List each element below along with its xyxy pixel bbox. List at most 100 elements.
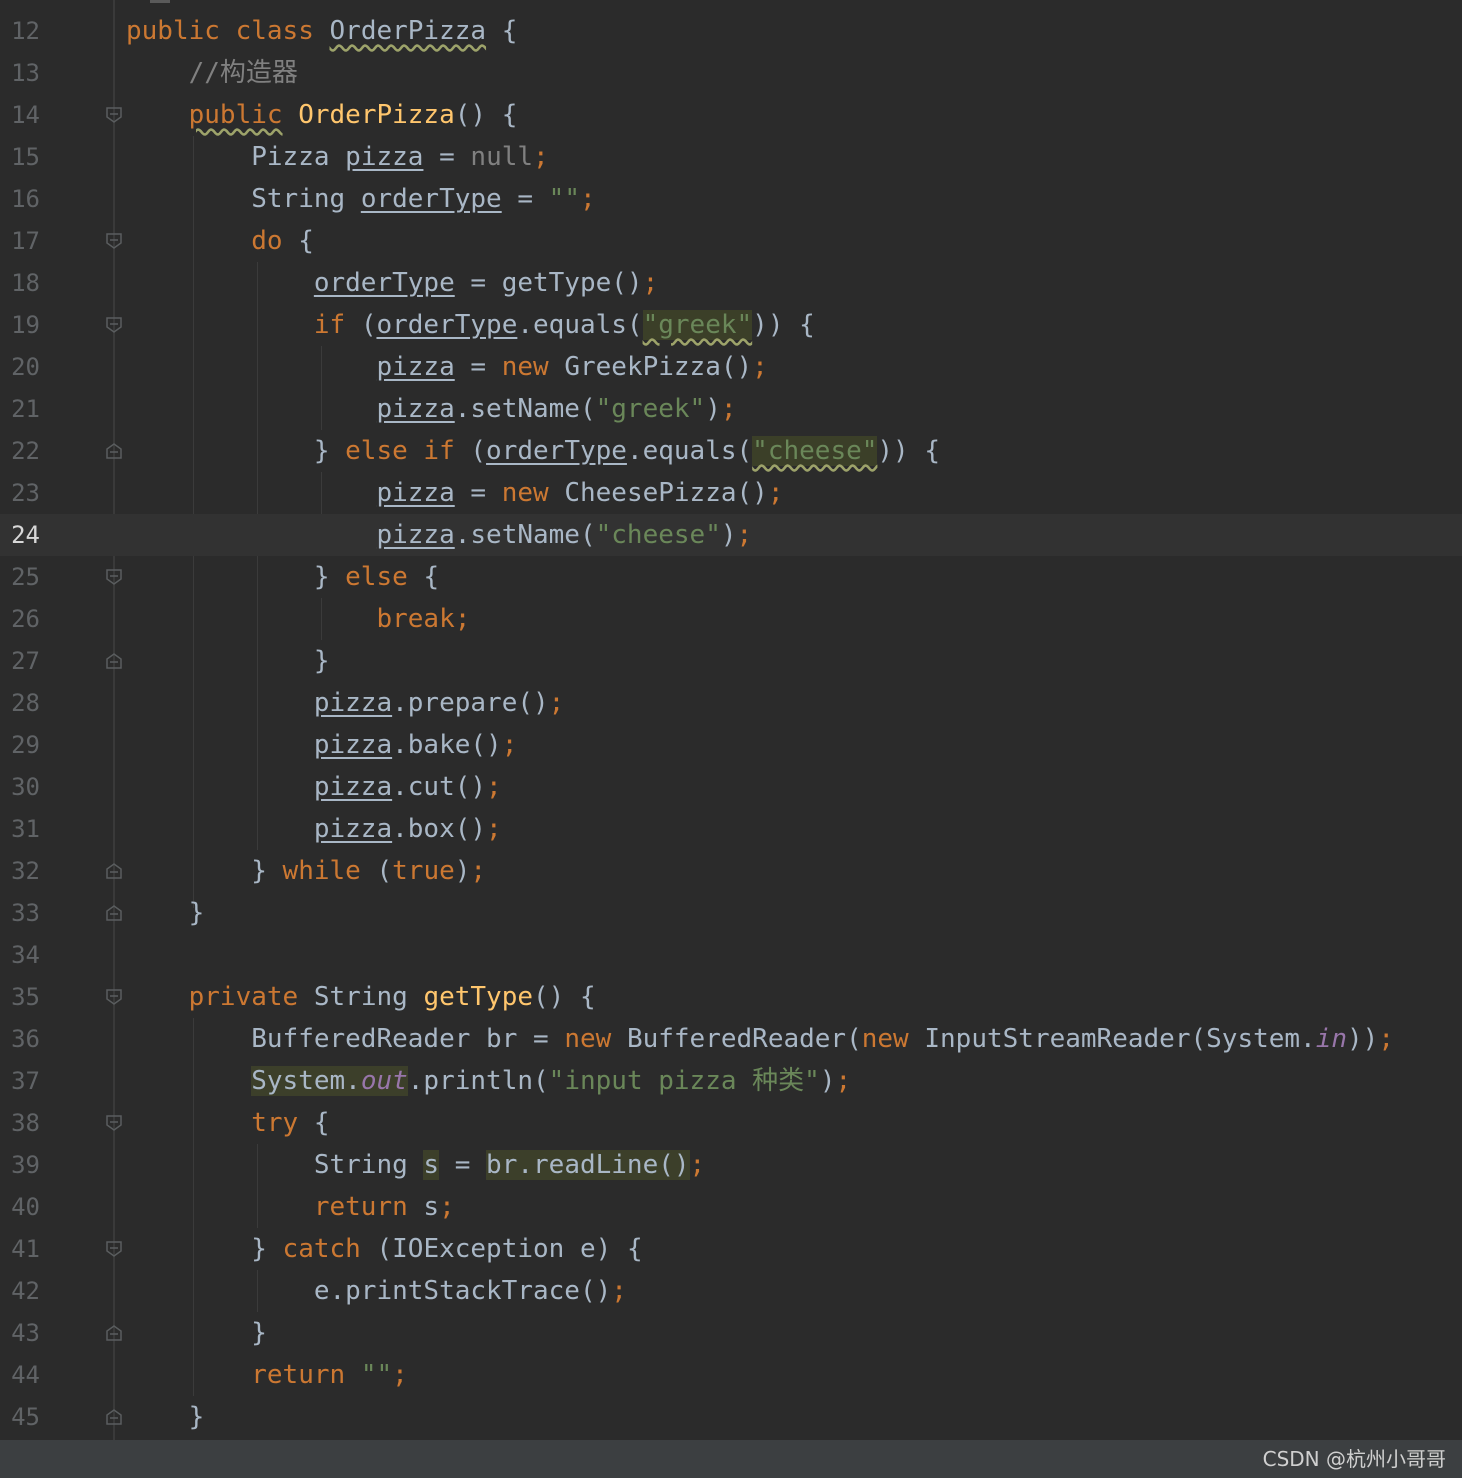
string: "cheese" <box>595 520 721 550</box>
line-number: 41 <box>11 1235 40 1263</box>
fold-open-icon[interactable] <box>105 988 123 1006</box>
watermark: CSDN @杭州小哥哥 <box>1262 1447 1446 1471</box>
code-line[interactable]: 19 if (orderType.equals("greek")) { <box>0 304 1462 346</box>
class-name[interactable]: OrderPizza <box>330 16 487 46</box>
token: = <box>517 184 534 214</box>
token: )) <box>1347 1024 1379 1054</box>
token: public <box>126 16 220 46</box>
token: GreekPizza() <box>564 352 753 382</box>
code-line[interactable]: 26 break; <box>0 598 1462 640</box>
code-line[interactable]: 12 public class OrderPizza { <box>0 10 1462 52</box>
token: null <box>470 142 534 172</box>
code-editor[interactable]: 12 public class OrderPizza { 13 //构造器 14… <box>0 0 1462 1440</box>
variable[interactable]: orderType <box>376 310 517 340</box>
code-line[interactable]: 18 orderType = getType(); <box>0 262 1462 304</box>
fold-close-icon[interactable] <box>105 1408 123 1426</box>
fold-close-icon[interactable] <box>105 442 123 460</box>
fold-open-icon[interactable] <box>105 106 123 124</box>
code-line[interactable]: 38 try { <box>0 1102 1462 1144</box>
code-line[interactable]: 34 <box>0 934 1462 976</box>
code-line[interactable]: 39 String s = br.readLine(); <box>0 1144 1462 1186</box>
fold-close-icon[interactable] <box>105 904 123 922</box>
code-line[interactable]: 45 } <box>0 1396 1462 1438</box>
current-line[interactable]: 24 pizza.setName("cheese"); <box>0 514 1462 556</box>
code-text: pizza.setName("greek"); <box>126 388 736 430</box>
code-line[interactable]: 31 pizza.box(); <box>0 808 1462 850</box>
fold-close-icon[interactable] <box>105 1324 123 1342</box>
code-line[interactable]: 22 } else if (orderType.equals("cheese")… <box>0 430 1462 472</box>
fold-open-icon[interactable] <box>105 568 123 586</box>
fold-open-icon[interactable] <box>105 1240 123 1258</box>
code-line[interactable]: 42 e.printStackTrace(); <box>0 1270 1462 1312</box>
variable[interactable]: orderType <box>314 268 455 298</box>
token: ; <box>548 688 565 718</box>
fold-open-icon[interactable] <box>105 1114 123 1132</box>
code-text: } else if (orderType.equals("cheese")) { <box>126 430 940 472</box>
token: .setName( <box>454 394 596 424</box>
variable[interactable]: pizza <box>314 730 392 760</box>
code-line[interactable]: 28 pizza.prepare(); <box>0 682 1462 724</box>
code-text: } <box>126 1396 205 1438</box>
code-line[interactable]: 33 } <box>0 892 1462 934</box>
code-line[interactable]: 13 //构造器 <box>0 52 1462 94</box>
code-line[interactable]: 14 public OrderPizza() { <box>0 94 1462 136</box>
code-line[interactable]: 21 pizza.setName("greek"); <box>0 388 1462 430</box>
variable[interactable]: s <box>423 1150 440 1180</box>
code-line[interactable]: 35 private String getType() { <box>0 976 1462 1018</box>
line-number: 44 <box>11 1361 40 1389</box>
token: .cut() <box>392 772 487 802</box>
variable[interactable]: pizza <box>314 772 392 802</box>
token: } <box>188 1402 205 1432</box>
code-line[interactable]: 25 } else { <box>0 556 1462 598</box>
variable[interactable]: pizza <box>376 352 454 382</box>
method-name[interactable]: getType <box>423 982 533 1012</box>
variable[interactable]: pizza <box>376 478 454 508</box>
token: ( <box>360 310 377 340</box>
code-line[interactable]: 41 } catch (IOException e) { <box>0 1228 1462 1270</box>
token: while <box>282 856 361 886</box>
token: (IOException e) { <box>376 1234 643 1264</box>
token: } <box>251 1234 267 1264</box>
fold-open-icon[interactable] <box>105 232 123 250</box>
code-line[interactable]: 27 } <box>0 640 1462 682</box>
method-name[interactable]: OrderPizza <box>298 100 455 130</box>
token: { <box>501 100 518 130</box>
variable[interactable]: s <box>423 1192 439 1222</box>
code-line[interactable]: 29 pizza.bake(); <box>0 724 1462 766</box>
code-line[interactable]: 44 return ""; <box>0 1354 1462 1396</box>
line-number: 12 <box>11 17 40 45</box>
code-line[interactable]: 15 Pizza pizza = null; <box>0 136 1462 178</box>
code-line[interactable]: 40 return s; <box>0 1186 1462 1228</box>
variable[interactable]: orderType <box>361 184 502 214</box>
code-line[interactable]: 20 pizza = new GreekPizza(); <box>0 346 1462 388</box>
code-line[interactable]: 23 pizza = new CheesePizza(); <box>0 472 1462 514</box>
code-line[interactable]: 17 do { <box>0 220 1462 262</box>
token: { <box>298 226 314 256</box>
code-text: public OrderPizza() { <box>126 94 518 136</box>
variable[interactable]: pizza <box>376 394 454 424</box>
code-line[interactable]: 36 BufferedReader br = new BufferedReade… <box>0 1018 1462 1060</box>
token: .bake() <box>392 730 502 760</box>
variable[interactable]: pizza <box>314 688 392 718</box>
fold-open-icon[interactable] <box>105 316 123 334</box>
fold-close-icon[interactable] <box>105 862 123 880</box>
token: CheesePizza() <box>564 478 768 508</box>
code-line[interactable]: 30 pizza.cut(); <box>0 766 1462 808</box>
line-number: 13 <box>11 59 40 87</box>
variable[interactable]: pizza <box>376 520 454 550</box>
fold-close-icon[interactable] <box>105 652 123 670</box>
code-text: pizza = new CheesePizza(); <box>126 472 783 514</box>
code-line[interactable]: 37 System.out.println("input pizza 种类"); <box>0 1060 1462 1102</box>
token: { <box>313 1108 330 1138</box>
variable[interactable]: orderType <box>486 436 627 466</box>
code-text: private String getType() { <box>126 976 596 1018</box>
token: .box() <box>392 814 487 844</box>
token: ; <box>767 478 784 508</box>
code-line[interactable]: 16 String orderType = ""; <box>0 178 1462 220</box>
variable[interactable]: pizza <box>345 142 423 172</box>
code-line[interactable]: 32 } while (true); <box>0 850 1462 892</box>
line-number: 27 <box>11 647 40 675</box>
variable[interactable]: pizza <box>314 814 392 844</box>
code-line[interactable]: 43 } <box>0 1312 1462 1354</box>
code-text: Pizza pizza = null; <box>126 136 548 178</box>
